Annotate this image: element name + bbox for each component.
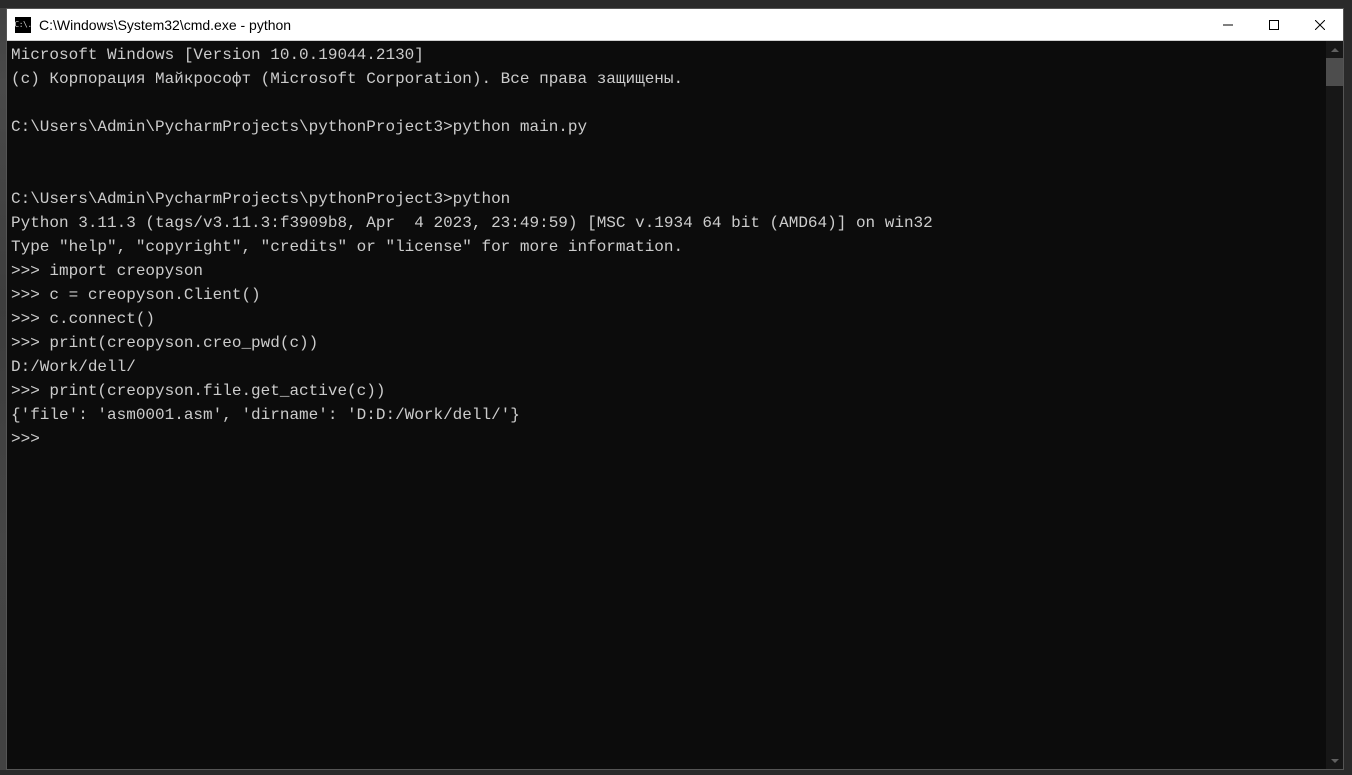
- scrollbar-down-button[interactable]: [1326, 752, 1343, 769]
- close-icon: [1315, 20, 1325, 30]
- cmd-window: C:\. C:\Windows\System32\cmd.exe - pytho…: [6, 8, 1344, 770]
- scrollbar[interactable]: [1326, 41, 1343, 769]
- terminal-area: Microsoft Windows [Version 10.0.19044.21…: [7, 41, 1343, 769]
- minimize-icon: [1223, 20, 1233, 30]
- chevron-up-icon: [1331, 48, 1339, 52]
- scrollbar-thumb[interactable]: [1326, 58, 1343, 86]
- titlebar[interactable]: C:\. C:\Windows\System32\cmd.exe - pytho…: [7, 9, 1343, 41]
- window-title: C:\Windows\System32\cmd.exe - python: [39, 17, 1205, 33]
- chevron-down-icon: [1331, 759, 1339, 763]
- cmd-icon: C:\.: [15, 17, 31, 33]
- close-button[interactable]: [1297, 9, 1343, 40]
- maximize-icon: [1269, 20, 1279, 30]
- scrollbar-up-button[interactable]: [1326, 41, 1343, 58]
- minimize-button[interactable]: [1205, 9, 1251, 40]
- window-controls: [1205, 9, 1343, 40]
- maximize-button[interactable]: [1251, 9, 1297, 40]
- terminal-output[interactable]: Microsoft Windows [Version 10.0.19044.21…: [7, 41, 1326, 769]
